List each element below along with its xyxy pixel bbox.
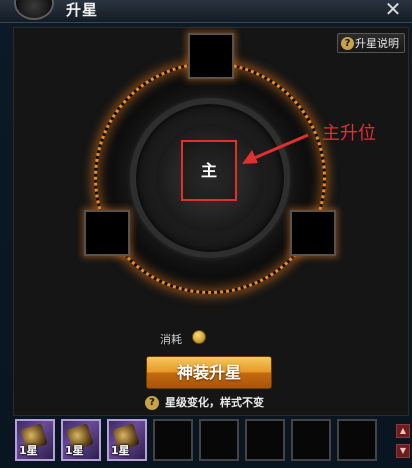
title-emblem-icon [14, 0, 54, 20]
arrow-down-icon[interactable]: ▼ [396, 444, 410, 458]
main-equipment-slot[interactable]: 主 [181, 140, 237, 201]
cost-label: 消耗 [160, 333, 182, 346]
empty-inventory-slot[interactable] [291, 419, 331, 461]
inventory-item[interactable]: 1星 [15, 419, 55, 461]
top-material-slot[interactable] [188, 33, 234, 79]
item-star-label: 1星 [111, 444, 130, 457]
callout-arrow-icon [242, 133, 309, 164]
inventory-tray: 1星 1星 1星 ▲ ▼ [12, 416, 410, 466]
arrow-up-icon[interactable]: ▲ [396, 424, 410, 438]
help-button[interactable]: ? 升星说明 [337, 33, 405, 53]
empty-inventory-slot[interactable] [199, 419, 239, 461]
upgrade-note: ? 星级变化，样式不变 [145, 396, 264, 410]
window-title: 升星 [66, 1, 99, 19]
left-material-slot[interactable] [84, 210, 130, 256]
inventory-item[interactable]: 1星 [61, 419, 101, 461]
upgrade-button[interactable]: 神装升星 [146, 356, 272, 389]
item-star-label: 1星 [65, 444, 84, 457]
question-icon: ? [145, 396, 159, 410]
empty-inventory-slot[interactable] [153, 419, 193, 461]
upgrade-star-window: 升星 ✕ ? 升星说明 主 主升位 消耗 神装升星 ? 星级变化，样式不变 1星 [0, 0, 412, 468]
inventory-item[interactable]: 1星 [107, 419, 147, 461]
main-slot-label: 主 [200, 161, 217, 180]
close-icon[interactable]: ✕ [382, 0, 404, 20]
right-material-slot[interactable] [290, 210, 336, 256]
help-button-label: 升星说明 [355, 37, 399, 50]
empty-inventory-slot[interactable] [245, 419, 285, 461]
item-star-label: 1星 [19, 444, 38, 457]
title-bar: 升星 ✕ [0, 0, 412, 23]
question-icon: ? [341, 37, 354, 50]
main-slot-callout: 主升位 [322, 123, 376, 144]
coin-icon [192, 330, 206, 344]
empty-inventory-slot[interactable] [337, 419, 377, 461]
upgrade-note-text: 星级变化，样式不变 [165, 396, 264, 409]
